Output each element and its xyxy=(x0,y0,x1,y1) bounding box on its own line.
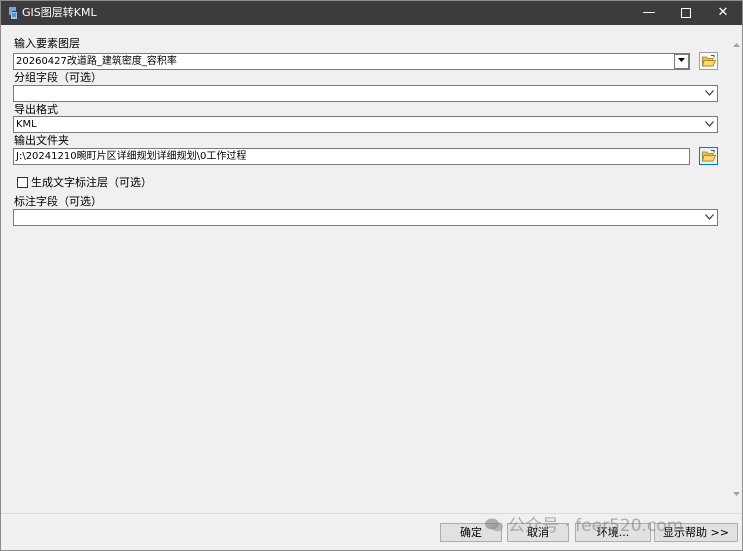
close-button[interactable]: ✕ xyxy=(705,1,741,25)
input-layer-browse-button[interactable] xyxy=(699,52,718,70)
chevron-down-icon xyxy=(704,121,714,127)
export-format-combo[interactable]: KML xyxy=(13,116,718,133)
group-field-label: 分组字段（可选） xyxy=(14,71,102,84)
output-folder-value: J:\20241210畹町片区详细规划详细规划\0工作过程 xyxy=(16,151,247,162)
export-format-label: 导出格式 xyxy=(14,103,58,116)
toolbox-icon xyxy=(9,7,17,19)
vertical-scrollbar[interactable] xyxy=(730,25,742,513)
maximize-button[interactable] xyxy=(668,1,704,25)
close-icon: ✕ xyxy=(717,5,729,20)
cancel-button[interactable]: 取消 xyxy=(507,523,569,542)
label-field-label: 标注字段（可选） xyxy=(14,195,102,208)
minimize-button[interactable]: — xyxy=(631,1,667,25)
show-help-button[interactable]: 显示帮助 >> xyxy=(654,523,738,542)
minimize-icon: — xyxy=(642,5,656,20)
chevron-down-icon xyxy=(704,214,714,220)
form-panel: 输入要素图层 20260427改道路_建筑密度_容积率 分组字段（可选） 导出格… xyxy=(1,25,730,513)
input-layer-dropdown-button[interactable] xyxy=(674,54,689,69)
output-folder-input[interactable]: J:\20241210畹町片区详细规划详细规划\0工作过程 xyxy=(13,148,690,165)
generate-labels-label: 生成文字标注层（可选） xyxy=(31,176,152,189)
output-folder-label: 输出文件夹 xyxy=(14,134,69,147)
maximize-icon xyxy=(681,8,691,18)
generate-labels-checkbox[interactable] xyxy=(17,177,28,188)
chevron-up-icon xyxy=(732,43,740,47)
dialog-window: GIS图层转KML — ✕ 输入要素图层 20260427改道路_建筑密度_容积… xyxy=(0,0,743,551)
chevron-down-icon xyxy=(678,58,685,62)
scroll-up-button[interactable] xyxy=(730,39,742,51)
title-bar[interactable]: GIS图层转KML — ✕ xyxy=(1,1,742,25)
output-folder-browse-button[interactable] xyxy=(699,147,718,165)
chevron-down-icon xyxy=(732,492,740,496)
open-folder-icon xyxy=(702,150,716,162)
input-layer-combo[interactable]: 20260427改道路_建筑密度_容积率 xyxy=(13,53,690,70)
scroll-down-button[interactable] xyxy=(730,488,742,500)
export-format-value: KML xyxy=(16,119,37,130)
button-bar: 确定 取消 环境... 显示帮助 >> xyxy=(1,513,742,550)
open-folder-icon xyxy=(702,55,716,67)
environment-button[interactable]: 环境... xyxy=(575,523,651,542)
input-layer-value: 20260427改道路_建筑密度_容积率 xyxy=(16,56,177,67)
chevron-down-icon xyxy=(704,90,714,96)
label-field-combo[interactable] xyxy=(13,209,718,226)
ok-button[interactable]: 确定 xyxy=(440,523,502,542)
window-title: GIS图层转KML xyxy=(22,6,97,19)
export-format-dropdown-button[interactable] xyxy=(702,118,716,131)
group-field-combo[interactable] xyxy=(13,85,718,102)
group-field-dropdown-button[interactable] xyxy=(702,87,716,100)
input-layer-label: 输入要素图层 xyxy=(14,37,80,50)
label-field-dropdown-button[interactable] xyxy=(702,211,716,224)
